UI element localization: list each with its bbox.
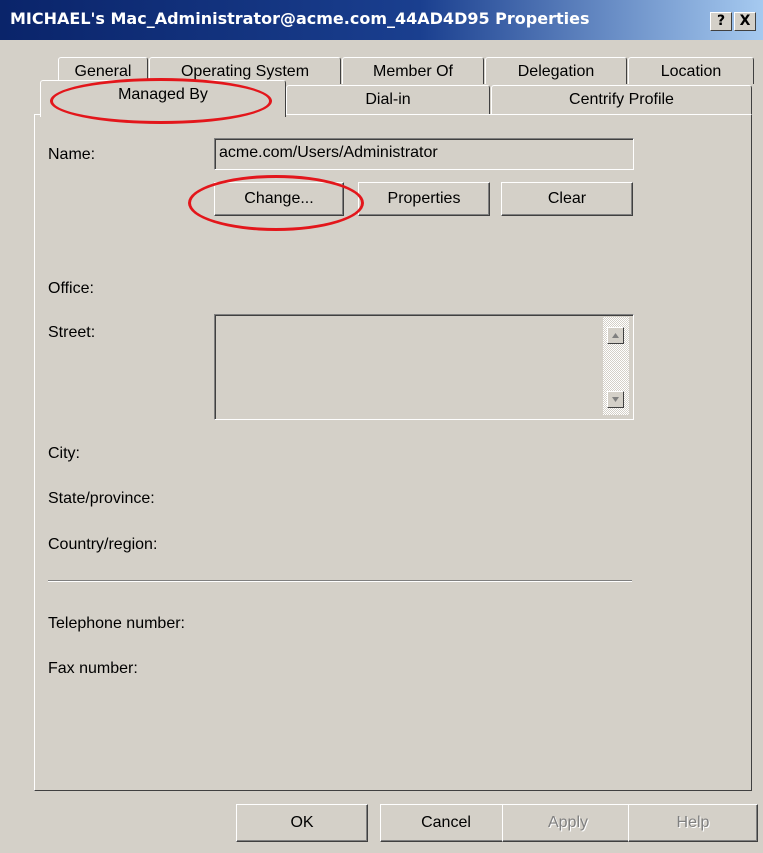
tab-dial-in[interactable]: Dial-in bbox=[286, 85, 490, 115]
tab-centrify-profile[interactable]: Centrify Profile bbox=[491, 85, 752, 115]
tab-label: Managed By bbox=[118, 86, 208, 103]
button-label: OK bbox=[290, 814, 314, 831]
tab-label: Member Of bbox=[372, 63, 453, 80]
help-button[interactable]: Help bbox=[628, 804, 758, 842]
scroll-up-arrow[interactable] bbox=[607, 327, 624, 344]
ok-button[interactable]: OK bbox=[236, 804, 368, 842]
arrow-down-icon bbox=[612, 397, 619, 402]
button-label: Cancel bbox=[421, 814, 471, 831]
tab-location[interactable]: Location bbox=[628, 57, 754, 84]
tab-managed-by[interactable]: Managed By bbox=[40, 80, 286, 117]
tab-member-of[interactable]: Member Of bbox=[342, 57, 484, 84]
section-divider bbox=[48, 580, 632, 582]
button-label: Clear bbox=[547, 190, 587, 207]
tab-label: Delegation bbox=[517, 63, 595, 80]
city-label: City: bbox=[48, 445, 80, 462]
button-label: Properties bbox=[387, 190, 461, 207]
street-textarea[interactable] bbox=[214, 314, 634, 420]
country-region-label: Country/region: bbox=[48, 536, 158, 553]
button-label: Apply bbox=[547, 814, 589, 831]
properties-button[interactable]: Properties bbox=[358, 182, 490, 216]
button-label: Change... bbox=[244, 190, 314, 207]
tab-label: Operating System bbox=[180, 63, 310, 80]
name-label: Name: bbox=[48, 146, 96, 163]
tab-label: Centrify Profile bbox=[569, 91, 674, 108]
office-label: Office: bbox=[48, 280, 94, 297]
window-title: MICHAEL's Mac_Administrator@acme.com_44A… bbox=[10, 9, 590, 28]
apply-button[interactable]: Apply bbox=[502, 804, 634, 842]
tab-label: Dial-in bbox=[365, 91, 411, 108]
name-value: acme.com/Users/Administrator bbox=[219, 144, 438, 161]
close-title-button[interactable]: X bbox=[734, 12, 756, 31]
change-button[interactable]: Change... bbox=[214, 182, 344, 216]
fax-label: Fax number: bbox=[48, 660, 138, 677]
tab-label: General bbox=[74, 63, 132, 80]
street-label: Street: bbox=[48, 324, 96, 341]
title-bar: MICHAEL's Mac_Administrator@acme.com_44A… bbox=[0, 0, 763, 40]
tab-delegation[interactable]: Delegation bbox=[485, 57, 627, 84]
telephone-label: Telephone number: bbox=[48, 615, 185, 632]
button-label: Help bbox=[676, 814, 710, 831]
scroll-down-arrow[interactable] bbox=[607, 391, 624, 408]
clear-button[interactable]: Clear bbox=[501, 182, 633, 216]
help-title-button[interactable]: ? bbox=[710, 12, 732, 31]
cancel-button[interactable]: Cancel bbox=[380, 804, 512, 842]
arrow-up-icon bbox=[612, 333, 619, 338]
state-province-label: State/province: bbox=[48, 490, 155, 507]
street-scrollbar[interactable] bbox=[603, 317, 629, 415]
name-field: acme.com/Users/Administrator bbox=[214, 138, 634, 170]
tab-label: Location bbox=[660, 63, 722, 80]
